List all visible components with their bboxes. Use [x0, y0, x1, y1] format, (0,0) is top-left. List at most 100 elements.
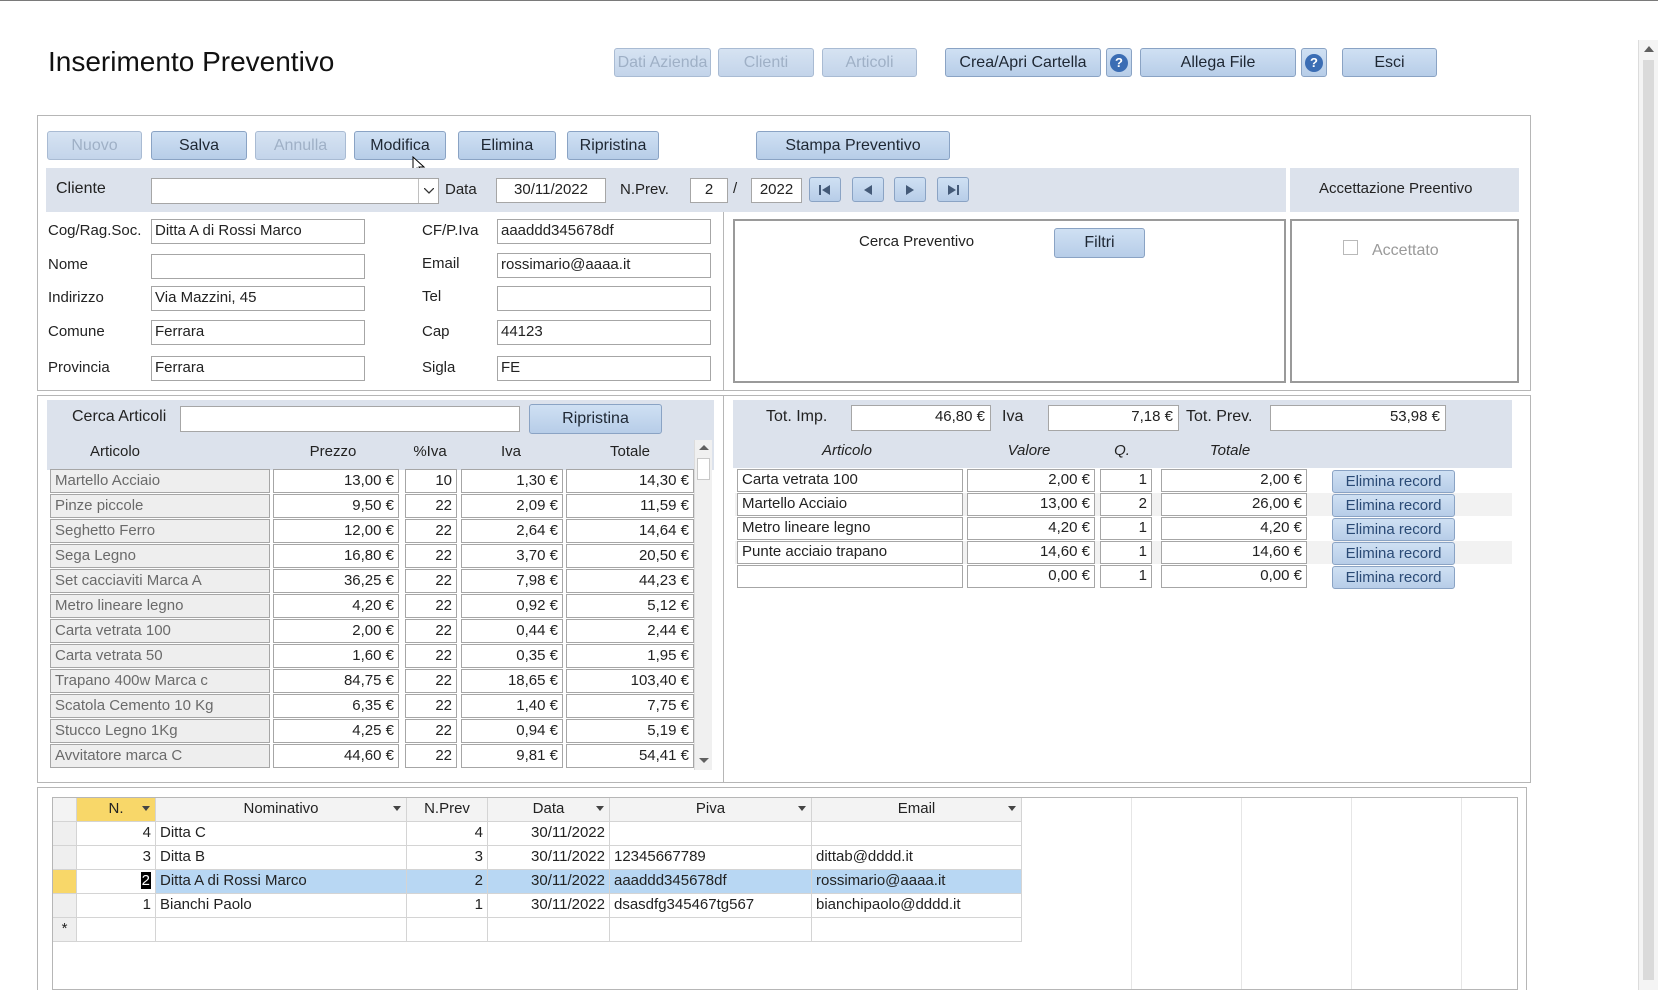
articolo-row-articolo-cell[interactable]: Sega Legno — [50, 544, 270, 568]
elimina-record-button[interactable]: Elimina record — [1332, 518, 1455, 541]
line-valore-cell[interactable]: 14,60 € — [967, 541, 1095, 564]
datasheet-email-cell[interactable] — [812, 918, 1022, 942]
line-totale-cell[interactable]: 26,00 € — [1161, 493, 1307, 516]
articolo-row-totale-cell[interactable]: 11,59 € — [566, 494, 694, 518]
articolo-row-prezzo-cell[interactable]: 12,00 € — [273, 519, 399, 543]
nuovo-button[interactable]: Nuovo — [47, 131, 142, 160]
articolo-row-prezzo-cell[interactable]: 9,50 € — [273, 494, 399, 518]
datasheet-nprev-cell[interactable]: 4 — [407, 822, 488, 846]
col-nominativo-header[interactable]: Nominativo — [156, 798, 407, 822]
dati-azienda-button[interactable]: Dati Azienda — [614, 48, 711, 77]
articolo-row-iva-cell[interactable]: 2,64 € — [461, 519, 563, 543]
articolo-row-iva-cell[interactable]: 0,35 € — [461, 644, 563, 668]
esci-button[interactable]: Esci — [1342, 48, 1437, 77]
articolo-row-prezzo-cell[interactable]: 6,35 € — [273, 694, 399, 718]
articolo-row-piva-cell[interactable]: 22 — [405, 619, 457, 643]
articolo-row-piva-cell[interactable]: 22 — [405, 644, 457, 668]
articolo-row-piva-cell[interactable]: 10 — [405, 469, 457, 493]
datasheet-piva-cell[interactable]: aaaddd345678df — [610, 870, 812, 894]
modifica-button[interactable]: Modifica — [354, 131, 446, 160]
articolo-row-totale-cell[interactable]: 14,30 € — [566, 469, 694, 493]
datasheet-piva-cell[interactable] — [610, 822, 812, 846]
articolo-row-prezzo-cell[interactable]: 13,00 € — [273, 469, 399, 493]
line-totale-cell[interactable]: 14,60 € — [1161, 541, 1307, 564]
articolo-row-articolo-cell[interactable]: Carta vetrata 100 — [50, 619, 270, 643]
provincia-field[interactable]: Ferrara — [151, 356, 365, 381]
cf-field[interactable]: aaaddd345678df — [497, 219, 711, 244]
articolo-row-articolo-cell[interactable]: Pinze piccole — [50, 494, 270, 518]
datasheet-piva-cell[interactable]: dsasdfg345467tg567 — [610, 894, 812, 918]
annulla-button[interactable]: Annulla — [255, 131, 346, 160]
articolo-row-piva-cell[interactable]: 22 — [405, 744, 457, 768]
datasheet-data-cell[interactable]: 30/11/2022 — [488, 846, 610, 870]
datasheet-nprev-cell[interactable]: 2 — [407, 870, 488, 894]
datasheet-n-cell[interactable]: 1 — [77, 894, 156, 918]
line-q-cell[interactable]: 1 — [1100, 517, 1152, 540]
elimina-button[interactable]: Elimina — [458, 131, 556, 160]
articolo-row-piva-cell[interactable]: 22 — [405, 544, 457, 568]
articolo-row-totale-cell[interactable]: 5,19 € — [566, 719, 694, 743]
clienti-button[interactable]: Clienti — [718, 48, 814, 77]
datasheet-data-cell[interactable]: 30/11/2022 — [488, 870, 610, 894]
articolo-row-totale-cell[interactable]: 44,23 € — [566, 569, 694, 593]
line-q-cell[interactable]: 1 — [1100, 541, 1152, 564]
articolo-row-articolo-cell[interactable]: Martello Acciaio — [50, 469, 270, 493]
articolo-row-iva-cell[interactable]: 2,09 € — [461, 494, 563, 518]
allega-file-button[interactable]: Allega File — [1140, 48, 1296, 77]
articolo-row-totale-cell[interactable]: 20,50 € — [566, 544, 694, 568]
cliente-combo[interactable] — [151, 178, 439, 204]
comune-field[interactable]: Ferrara — [151, 320, 365, 345]
line-totale-cell[interactable]: 2,00 € — [1161, 469, 1307, 492]
datasheet-nominativo-cell[interactable]: Bianchi Paolo — [156, 894, 407, 918]
articolo-row-articolo-cell[interactable]: Seghetto Ferro — [50, 519, 270, 543]
articolo-row-piva-cell[interactable]: 22 — [405, 569, 457, 593]
articolo-row-prezzo-cell[interactable]: 44,60 € — [273, 744, 399, 768]
articolo-row-totale-cell[interactable]: 5,12 € — [566, 594, 694, 618]
articolo-row-iva-cell[interactable]: 18,65 € — [461, 669, 563, 693]
line-totale-cell[interactable]: 4,20 € — [1161, 517, 1307, 540]
articolo-row-piva-cell[interactable]: 22 — [405, 494, 457, 518]
articolo-row-articolo-cell[interactable]: Set cacciaviti Marca A — [50, 569, 270, 593]
articolo-row-articolo-cell[interactable]: Trapano 400w Marca c — [50, 669, 270, 693]
line-totale-cell[interactable]: 0,00 € — [1161, 565, 1307, 588]
line-q-cell[interactable]: 1 — [1100, 469, 1152, 492]
line-q-cell[interactable]: 2 — [1100, 493, 1152, 516]
line-valore-cell[interactable]: 13,00 € — [967, 493, 1095, 516]
articolo-row-articolo-cell[interactable]: Carta vetrata 50 — [50, 644, 270, 668]
articolo-row-iva-cell[interactable]: 3,70 € — [461, 544, 563, 568]
year-field[interactable]: 2022 — [751, 178, 802, 203]
articolo-row-iva-cell[interactable]: 1,30 € — [461, 469, 563, 493]
line-articolo-cell[interactable]: Martello Acciaio — [737, 493, 963, 516]
articolo-row-prezzo-cell[interactable]: 4,20 € — [273, 594, 399, 618]
articolo-row-totale-cell[interactable]: 7,75 € — [566, 694, 694, 718]
articolo-row-articolo-cell[interactable]: Metro lineare legno — [50, 594, 270, 618]
datasheet-nprev-cell[interactable]: 3 — [407, 846, 488, 870]
articolo-row-piva-cell[interactable]: 22 — [405, 594, 457, 618]
articolo-row-prezzo-cell[interactable]: 1,60 € — [273, 644, 399, 668]
next-record-button[interactable] — [894, 177, 926, 202]
articolo-row-piva-cell[interactable]: 22 — [405, 719, 457, 743]
datasheet-piva-cell[interactable]: 12345667789 — [610, 846, 812, 870]
last-record-button[interactable] — [937, 177, 969, 202]
articolo-row-piva-cell[interactable]: 22 — [405, 519, 457, 543]
help-cartella-button[interactable]: ? — [1106, 48, 1132, 77]
filter-dropdown-icon[interactable] — [596, 806, 604, 811]
filter-dropdown-icon[interactable] — [798, 806, 806, 811]
datasheet-nprev-cell[interactable] — [407, 918, 488, 942]
datasheet-data-cell[interactable] — [488, 918, 610, 942]
articolo-row-iva-cell[interactable]: 1,40 € — [461, 694, 563, 718]
articoli-scrollbar[interactable] — [694, 440, 712, 770]
articolo-row-articolo-cell[interactable]: Scatola Cemento 10 Kg — [50, 694, 270, 718]
articolo-row-iva-cell[interactable]: 0,44 € — [461, 619, 563, 643]
datasheet-nominativo-cell[interactable] — [156, 918, 407, 942]
datasheet-email-cell[interactable]: dittab@dddd.it — [812, 846, 1022, 870]
datasheet-piva-cell[interactable] — [610, 918, 812, 942]
articoli-button[interactable]: Articoli — [822, 48, 917, 77]
elimina-record-button[interactable]: Elimina record — [1332, 494, 1455, 517]
tel-field[interactable] — [497, 286, 711, 311]
articolo-row-prezzo-cell[interactable]: 4,25 € — [273, 719, 399, 743]
datasheet-data-cell[interactable]: 30/11/2022 — [488, 894, 610, 918]
cap-field[interactable]: 44123 — [497, 320, 711, 345]
datasheet-data-cell[interactable]: 30/11/2022 — [488, 822, 610, 846]
cerca-articoli-input[interactable] — [180, 406, 520, 432]
